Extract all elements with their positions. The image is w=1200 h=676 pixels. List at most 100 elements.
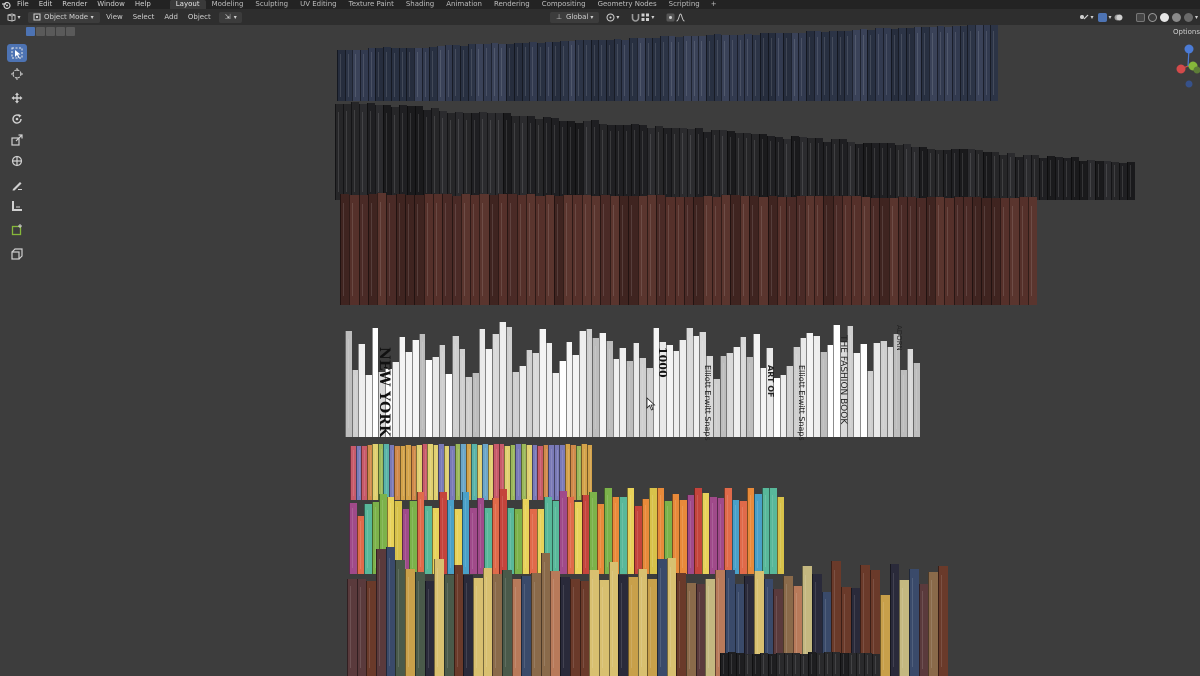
book-spine[interactable] xyxy=(1063,157,1071,200)
select-box-icon[interactable] xyxy=(7,44,27,62)
book-spine[interactable] xyxy=(665,196,675,305)
book-spine[interactable] xyxy=(592,337,600,437)
book-spine[interactable] xyxy=(418,334,426,437)
book-spine[interactable] xyxy=(550,570,561,676)
book-spine[interactable] xyxy=(425,359,432,437)
book-spine[interactable] xyxy=(639,357,646,437)
book-spine[interactable] xyxy=(702,196,712,305)
book-spine[interactable] xyxy=(786,196,796,305)
shading-wireframe-icon[interactable] xyxy=(1148,12,1157,22)
snap-toggle-button[interactable]: ⇲ ▾ xyxy=(218,11,242,23)
book-spine[interactable] xyxy=(414,572,425,676)
workspace-tab-animation[interactable]: Animation xyxy=(440,0,488,9)
book-spine[interactable] xyxy=(1039,157,1047,200)
book-spine[interactable] xyxy=(609,196,619,305)
book-spine[interactable] xyxy=(377,193,387,305)
book-spine[interactable] xyxy=(599,333,606,437)
select-mode-new-icon[interactable] xyxy=(26,27,35,36)
book-spine[interactable] xyxy=(705,578,716,676)
move-icon[interactable] xyxy=(7,89,27,107)
rotate-icon[interactable] xyxy=(7,110,27,128)
book-spine[interactable] xyxy=(1071,157,1079,200)
book-spine[interactable] xyxy=(458,349,466,437)
book-spine[interactable] xyxy=(431,356,439,437)
book-spine[interactable] xyxy=(856,652,864,676)
book-spine[interactable] xyxy=(356,579,367,676)
book-spine[interactable] xyxy=(1027,196,1038,305)
book-spine[interactable] xyxy=(347,578,357,676)
book-spine[interactable] xyxy=(1095,161,1103,200)
book-spine[interactable] xyxy=(752,333,760,437)
xray-toggle-icon[interactable] xyxy=(1136,12,1145,22)
book-spine[interactable] xyxy=(832,196,843,305)
book-spine[interactable] xyxy=(432,193,443,305)
book-spine[interactable] xyxy=(438,344,446,437)
book-spine[interactable] xyxy=(600,194,610,305)
book-spine[interactable] xyxy=(784,653,792,676)
book-spine[interactable] xyxy=(712,379,720,437)
book-spine[interactable] xyxy=(505,327,513,437)
workspace-tab-sculpting[interactable]: Sculpting xyxy=(249,0,294,9)
book-spine[interactable] xyxy=(944,198,954,305)
book-spine[interactable] xyxy=(739,336,747,437)
book-spine[interactable] xyxy=(619,348,626,437)
book-spine[interactable] xyxy=(531,573,541,676)
book-spine[interactable] xyxy=(507,194,517,305)
book-spine[interactable] xyxy=(907,197,917,305)
book-spine[interactable] xyxy=(452,336,459,437)
book-spine[interactable] xyxy=(726,352,733,437)
menu-file[interactable]: File xyxy=(12,0,34,9)
book-spine[interactable] xyxy=(792,653,800,676)
book-spine[interactable] xyxy=(485,348,493,437)
book-spine[interactable] xyxy=(625,360,633,437)
book-spine[interactable] xyxy=(819,352,827,437)
book-spine[interactable] xyxy=(806,333,814,437)
book-spine[interactable] xyxy=(953,196,963,305)
book-spine[interactable] xyxy=(816,652,824,676)
book-spine[interactable] xyxy=(511,579,522,676)
workspace-tab-texture-paint[interactable]: Texture Paint xyxy=(343,0,400,9)
book-spine[interactable] xyxy=(679,340,687,437)
menu-help[interactable]: Help xyxy=(130,0,156,9)
book-spine[interactable] xyxy=(776,196,787,305)
book-spine[interactable] xyxy=(1018,197,1028,305)
book-spine[interactable] xyxy=(498,322,506,437)
book-spine[interactable] xyxy=(553,195,564,305)
book-spine[interactable] xyxy=(472,577,483,676)
menu-select[interactable]: Select xyxy=(129,12,159,23)
measure-icon[interactable] xyxy=(7,197,27,215)
book-spine[interactable] xyxy=(972,197,982,305)
book-spine[interactable] xyxy=(872,653,880,676)
book-spine[interactable] xyxy=(358,343,366,437)
book-spine[interactable] xyxy=(581,195,592,305)
book-spine[interactable] xyxy=(719,356,727,437)
book-spine[interactable] xyxy=(1009,197,1019,305)
book-spine[interactable] xyxy=(935,196,945,305)
book-spine[interactable] xyxy=(618,574,628,676)
book-row-black[interactable] xyxy=(335,65,1135,200)
book-spine[interactable] xyxy=(540,552,551,676)
book-spine[interactable] xyxy=(1087,159,1095,200)
book-spine[interactable] xyxy=(365,375,372,437)
book-spine[interactable] xyxy=(463,575,473,676)
select-mode-intersect-icon[interactable] xyxy=(66,27,75,36)
book-spine[interactable] xyxy=(460,194,471,305)
book-spine[interactable] xyxy=(1103,161,1111,200)
book-spine[interactable] xyxy=(1047,156,1055,200)
book-spine[interactable] xyxy=(585,328,593,437)
book-spine[interactable] xyxy=(445,374,452,437)
book-spine[interactable] xyxy=(899,580,909,676)
book-spine[interactable] xyxy=(749,196,759,305)
editor-type-button[interactable]: ▾ xyxy=(2,12,26,23)
book-spine[interactable] xyxy=(853,352,860,437)
book-spine[interactable] xyxy=(498,193,508,305)
book-spine[interactable] xyxy=(672,350,680,437)
book-spine[interactable] xyxy=(395,559,406,676)
book-spine[interactable] xyxy=(386,194,396,305)
navigation-gizmo[interactable]: Options xyxy=(1170,28,1200,98)
book-spine[interactable] xyxy=(647,579,657,676)
book-spine[interactable] xyxy=(928,571,938,676)
book-spine[interactable] xyxy=(779,375,787,437)
book-spine[interactable] xyxy=(502,569,512,676)
book-spine[interactable] xyxy=(579,331,586,437)
